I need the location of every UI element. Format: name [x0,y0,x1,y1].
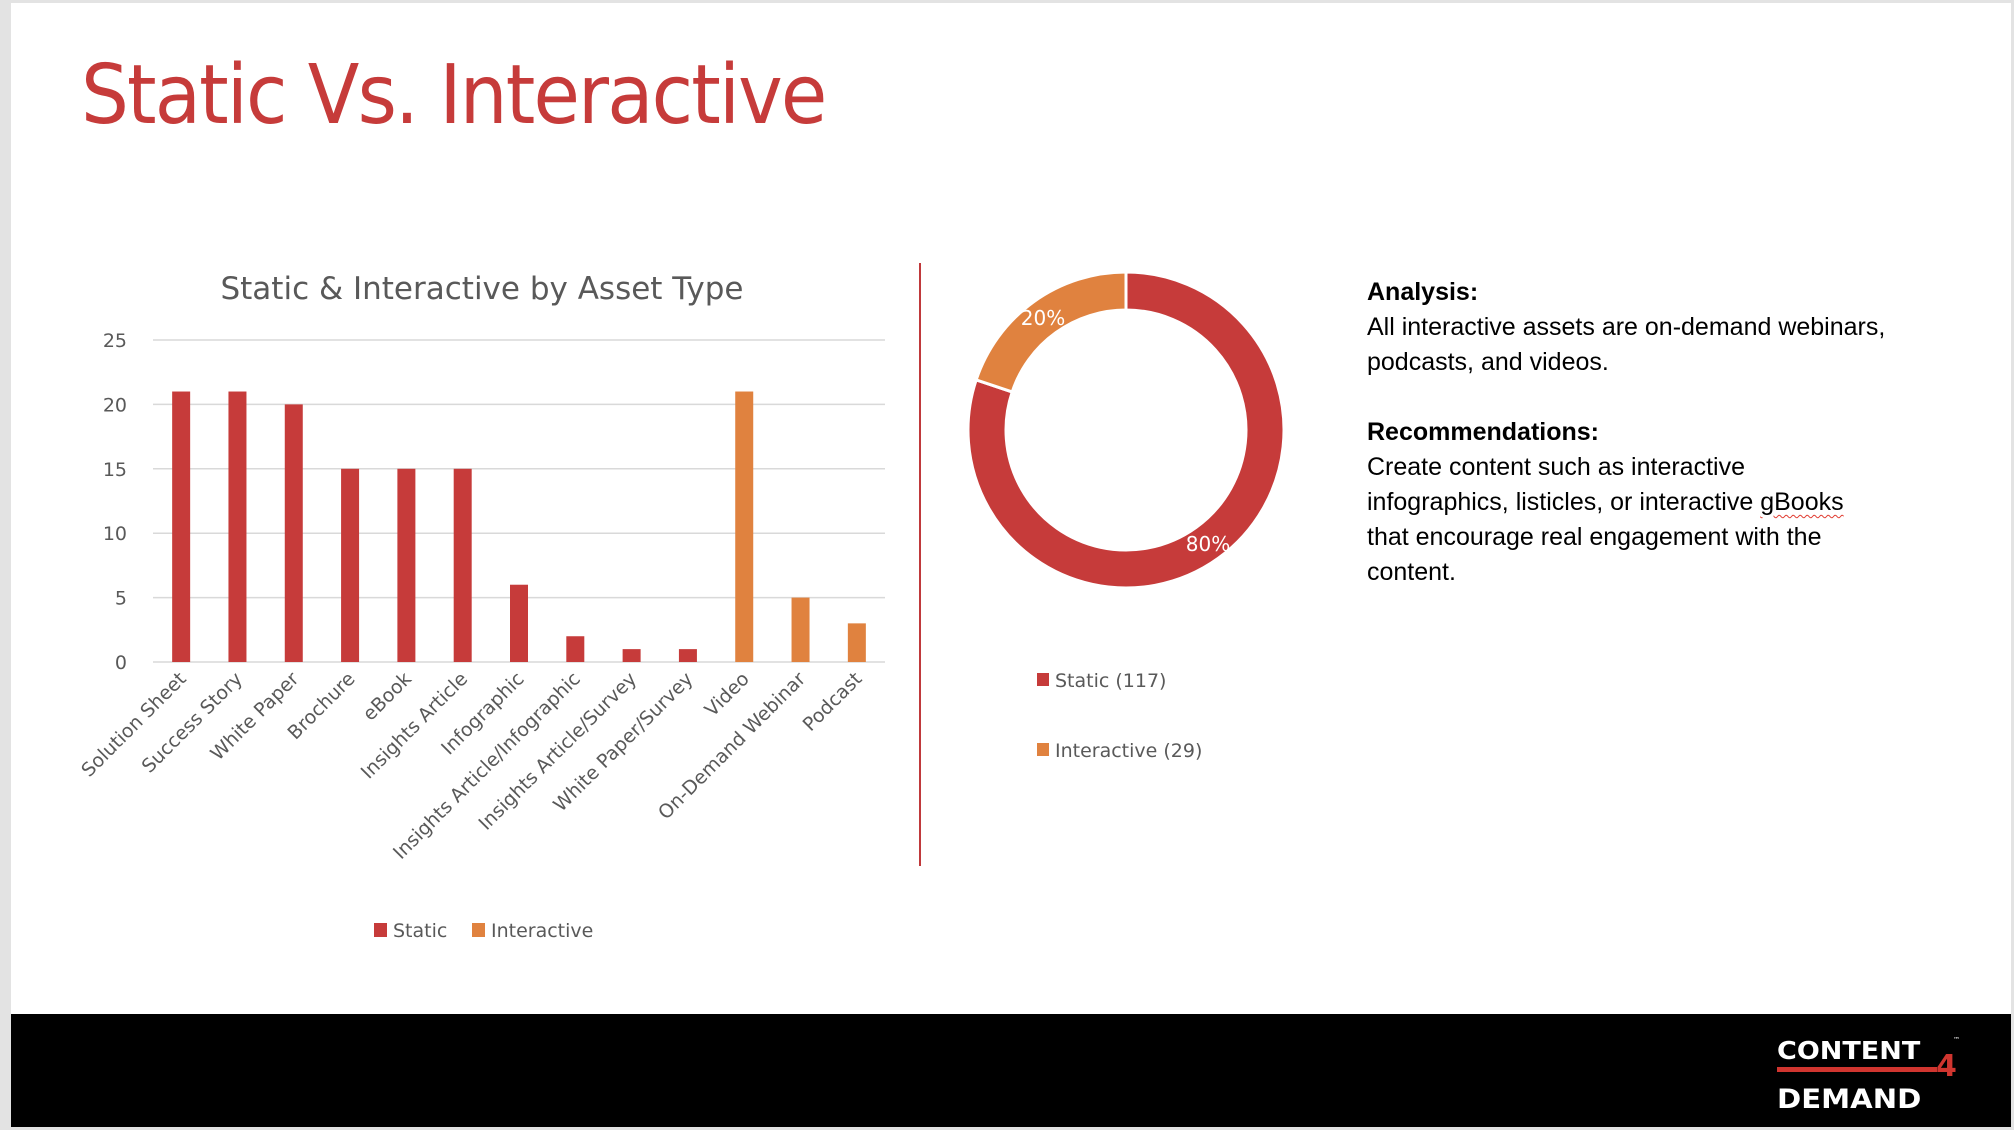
donut-chart: 80% 20% [966,270,1286,590]
legend-swatch-static [374,923,387,937]
analysis-panel: Analysis: All interactive assets are on-… [1367,275,1967,590]
donut-data-label: 20% [1021,306,1065,330]
bar-chart-title: Static & Interactive by Asset Type [220,271,743,307]
section-divider [919,263,921,866]
logo-text-content: CONTENT [1777,1036,1921,1065]
slide: Static Vs. Interactive Static & Interact… [11,3,2011,1127]
bar-chart-x-labels: Solution SheetSuccess StoryWhite PaperBr… [77,668,866,864]
bar-static [453,468,472,662]
bar-static [341,468,360,662]
y-tick-label: 10 [103,523,127,545]
logo-number: 4 [1936,1049,1957,1084]
bar-static [172,391,191,662]
legend-label: Interactive [491,920,593,942]
legend-swatch-interactive [1037,743,1049,756]
bar-interactive [791,597,810,662]
y-tick-label: 15 [103,459,127,481]
donut-slice-interactive [974,270,1128,394]
bar-static [622,649,641,662]
legend-label: Interactive (29) [1055,740,1202,762]
bar-chart-legend: Static Interactive [374,920,593,942]
x-tick-label: Podcast [799,668,867,736]
bar-static [566,636,585,662]
bar-static [228,391,247,662]
x-tick-label: Success Story [138,668,247,777]
donut-chart-legend: Static (117) Interactive (29) [1037,670,1202,762]
recommendations-line: that encourage real engagement with the [1367,523,1822,551]
logo-text-demand: DEMAND [1777,1084,1922,1115]
y-tick-label: 5 [115,588,127,610]
bar-static [397,468,416,662]
logo-red-bar [1777,1067,1937,1072]
misspelled-word[interactable]: gBooks [1760,488,1843,516]
analysis-text: All interactive assets are on-demand web… [1367,313,1886,376]
legend-swatch-static [1037,673,1049,686]
legend-label: Static [393,920,447,942]
bar-interactive [847,623,866,662]
bar-interactive [735,391,754,662]
recommendations-line: Create content such as interactive [1367,453,1745,481]
bar-chart-bars [172,391,866,662]
logo-trademark: ™ [1953,1036,1960,1044]
recommendations-line: content. [1367,558,1456,586]
legend-swatch-interactive [472,923,485,937]
recommendations-line-text: infographics, listicles, or interactive [1367,488,1761,516]
donut-data-label: 80% [1186,532,1230,556]
footer-band: CONTENT 4 ™ DEMAND [11,1014,2011,1127]
bar-static [284,404,303,662]
analysis-heading: Analysis: [1367,278,1479,306]
bar-static [510,584,528,662]
y-tick-label: 20 [103,394,127,416]
content4demand-logo: CONTENT 4 ™ DEMAND [1777,1034,1967,1114]
recommendations-line: infographics, listicles, or interactive … [1367,485,1967,520]
x-tick-label: Video [701,668,754,721]
bar-static [678,649,697,662]
y-tick-label: 25 [103,330,127,352]
y-tick-label: 0 [115,652,127,674]
bar-chart-y-ticks: 0 5 10 15 20 25 [103,330,127,674]
recommendations-heading: Recommendations: [1367,418,1599,446]
legend-label: Static (117) [1055,670,1166,692]
